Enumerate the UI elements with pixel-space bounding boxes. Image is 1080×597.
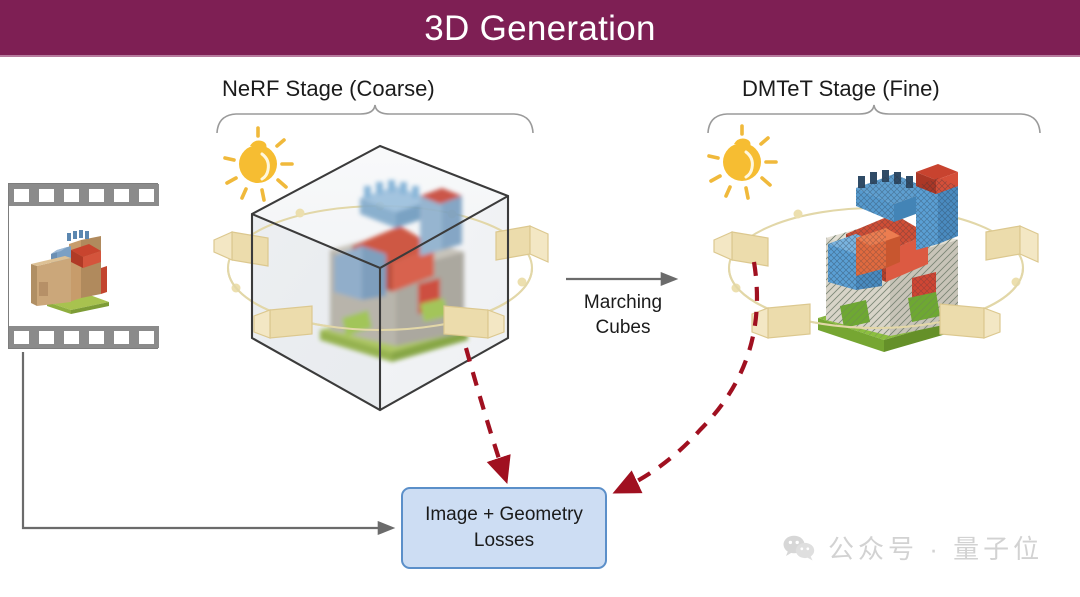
header-underline: [0, 55, 1080, 57]
camera-frustums-right-stage: [713, 225, 1039, 339]
slide-header: 3D Generation: [0, 0, 1080, 57]
wechat-icon: [783, 535, 815, 560]
sprocket-hole: [14, 330, 29, 344]
lightbulb-icon: [707, 124, 778, 200]
nerf-brace: [216, 104, 534, 134]
sprocket-hole: [89, 330, 104, 344]
watermark-text: 公众号 · 量子位: [828, 534, 1044, 564]
watermark: 公众号 · 量子位: [782, 529, 1043, 566]
loss-box-line2: Losses: [473, 530, 535, 551]
dmtet-brace: [707, 104, 1041, 134]
reference-to-loss-arrow: [21, 352, 396, 536]
marching-cubes-label: Marching Cubes: [583, 292, 663, 338]
filmstrip-frame: [9, 206, 159, 328]
page-title: 3D Generation: [424, 8, 656, 48]
nerf-to-loss-dashed-arrow: [463, 347, 511, 484]
sprocket-hole: [64, 188, 79, 202]
sprocket-hole: [139, 330, 154, 344]
sprocket-hole: [14, 188, 29, 202]
sprocket-hole: [39, 330, 54, 344]
reference-castle-render: [31, 230, 109, 314]
loss-box: Image + Geometry Losses: [401, 487, 607, 569]
dmtet-stage-label: DMTeT Stage (Fine): [742, 76, 940, 101]
nerf-bounding-cube: [250, 144, 510, 412]
filmstrip-sprocket-bar-bottom: [9, 326, 159, 348]
filmstrip-sprocket-bar-top: [9, 184, 159, 206]
sprocket-hole: [139, 188, 154, 202]
nerf-stage-label: NeRF Stage (Coarse): [222, 76, 435, 101]
camera-frustums-left-stage: [213, 225, 549, 339]
camera-orbit-ring: [226, 201, 534, 335]
coarse-nerf-model: [320, 180, 468, 362]
camera-orbit-ring: [727, 203, 1025, 333]
camera-orbit-ring-front: [226, 267, 534, 332]
reference-image-filmstrip: [8, 183, 159, 349]
lightbulb-icon: [223, 126, 294, 202]
sprocket-hole: [89, 188, 104, 202]
sprocket-hole: [64, 330, 79, 344]
slide-canvas: 3D Generation NeRF Stage (Coarse) DMTeT …: [0, 0, 1080, 597]
sprocket-hole: [114, 330, 129, 344]
sprocket-hole: [114, 188, 129, 202]
fine-dmtet-model: [818, 164, 960, 352]
sprocket-hole: [39, 188, 54, 202]
loss-box-line1: Image + Geometry: [425, 504, 583, 525]
